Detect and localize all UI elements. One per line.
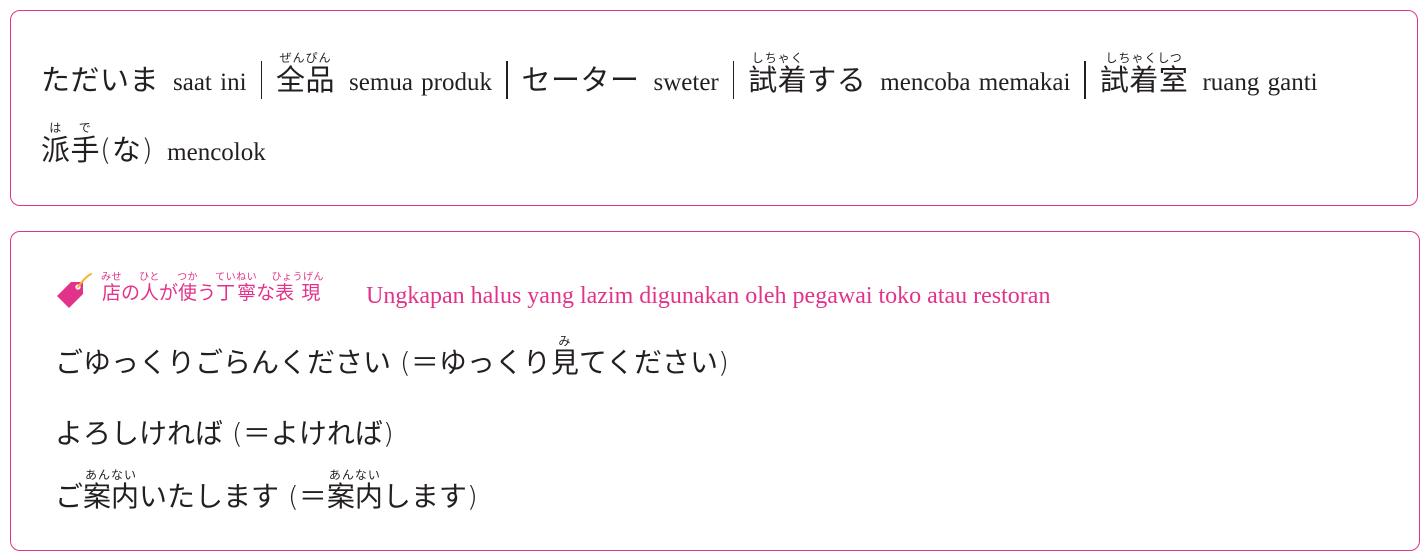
vocab-jp-tadaima: ただいま [41, 63, 160, 97]
vocab-id-shichaku-suru: mencoba memakai [880, 69, 1071, 96]
phrase-2: よろしければ (＝よければ) [55, 417, 394, 450]
separator [260, 61, 263, 99]
section-title: 店みせの人ひとが使つかう丁寧ていねいな表現ひょうげん [101, 272, 324, 304]
vocabulary-box: ただいま saat ini 全品ぜんぴん semua produk セーター sweter… [10, 10, 1418, 206]
vocab-jp-zenpin: 全品ぜんぴん [276, 51, 336, 97]
polite-expressions-box: 店みせの人ひとが使つかう丁寧ていねいな表現ひょうげん Ungkapan halu… [10, 231, 1420, 551]
price-tag-icon [57, 273, 92, 308]
vocab-id-shichakushitsu: ruang ganti [1202, 69, 1318, 96]
vocab-id-zenpin: semua produk [349, 69, 492, 96]
section-description: Ungkapan halus yang lazim digunakan oleh… [366, 283, 1051, 309]
vocab-id-hade: mencolok [167, 139, 266, 166]
vocab-id-tadaima: saat ini [173, 69, 247, 96]
vocab-jp-hade: 派は手で(な) [41, 121, 154, 167]
vocab-jp-shichaku-suru: 試着しちゃくする [748, 51, 867, 97]
separator [732, 61, 735, 99]
vocab-id-sweater: sweter [653, 69, 719, 96]
separator [1084, 61, 1086, 99]
vocab-jp-shichakushitsu: 試着室しちゃくしつ [1099, 51, 1189, 97]
vocab-line-2: 派は手で(な) mencolok [41, 121, 274, 165]
vocab-jp-sweater: セーター [521, 63, 640, 97]
phrase-3: ご案内あんないいたします (＝案内あんないします) [55, 468, 478, 513]
separator [506, 61, 508, 99]
phrase-1: ごゆっくりごらんください (＝ゆっくり見みてください) [55, 334, 729, 379]
vocab-line-1: ただいま saat ini 全品ぜんぴん semua produk セーター sweter… [41, 51, 1326, 99]
